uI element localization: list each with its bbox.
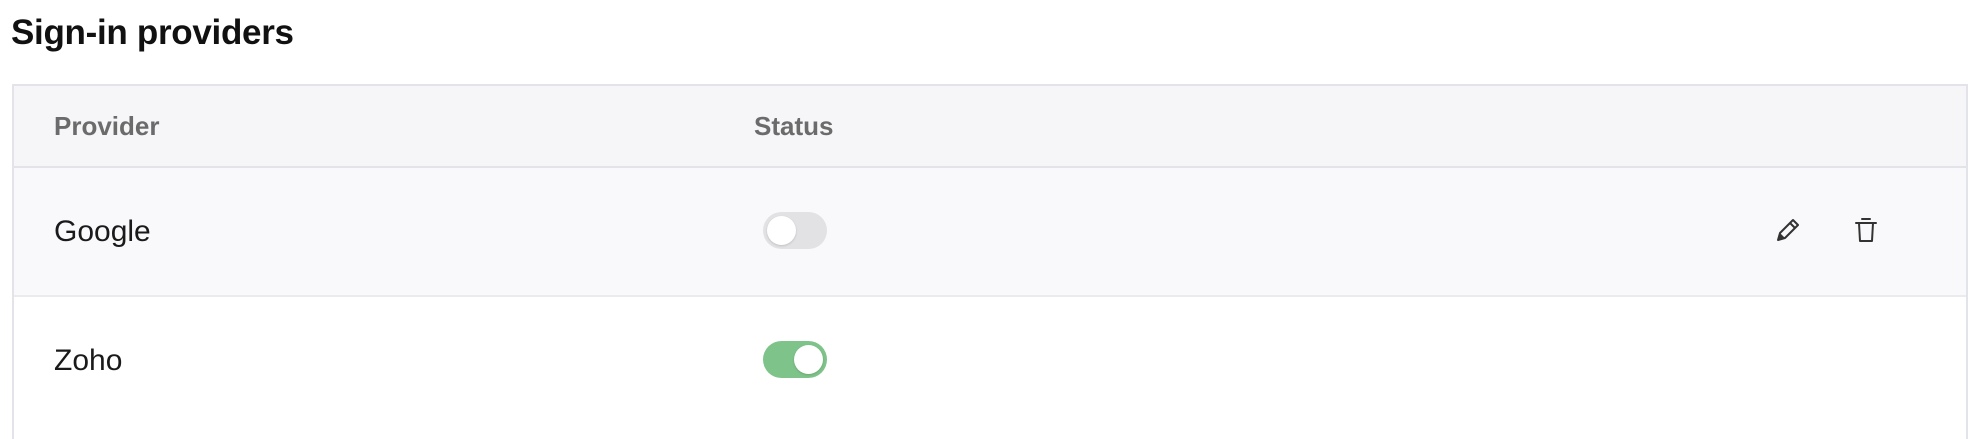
toggle-knob xyxy=(794,345,823,374)
column-header-provider: Provider xyxy=(54,111,160,141)
status-toggle[interactable] xyxy=(763,212,827,249)
trash-icon[interactable] xyxy=(1848,212,1884,248)
table-row: Zoho xyxy=(14,297,1966,426)
pencil-icon[interactable] xyxy=(1770,212,1806,248)
table-header: Provider Status xyxy=(14,86,1966,168)
column-header-status: Status xyxy=(754,111,834,141)
providers-table: Provider Status Google Zoho xyxy=(12,84,1968,439)
status-toggle[interactable] xyxy=(763,341,827,378)
sign-in-providers-page: Sign-in providers Provider Status Google xyxy=(0,0,1988,439)
provider-name: Zoho xyxy=(54,344,123,377)
section-title: Sign-in providers xyxy=(11,13,294,52)
table-row: Google xyxy=(14,168,1966,297)
provider-name: Google xyxy=(54,215,151,248)
toggle-knob xyxy=(767,216,796,245)
